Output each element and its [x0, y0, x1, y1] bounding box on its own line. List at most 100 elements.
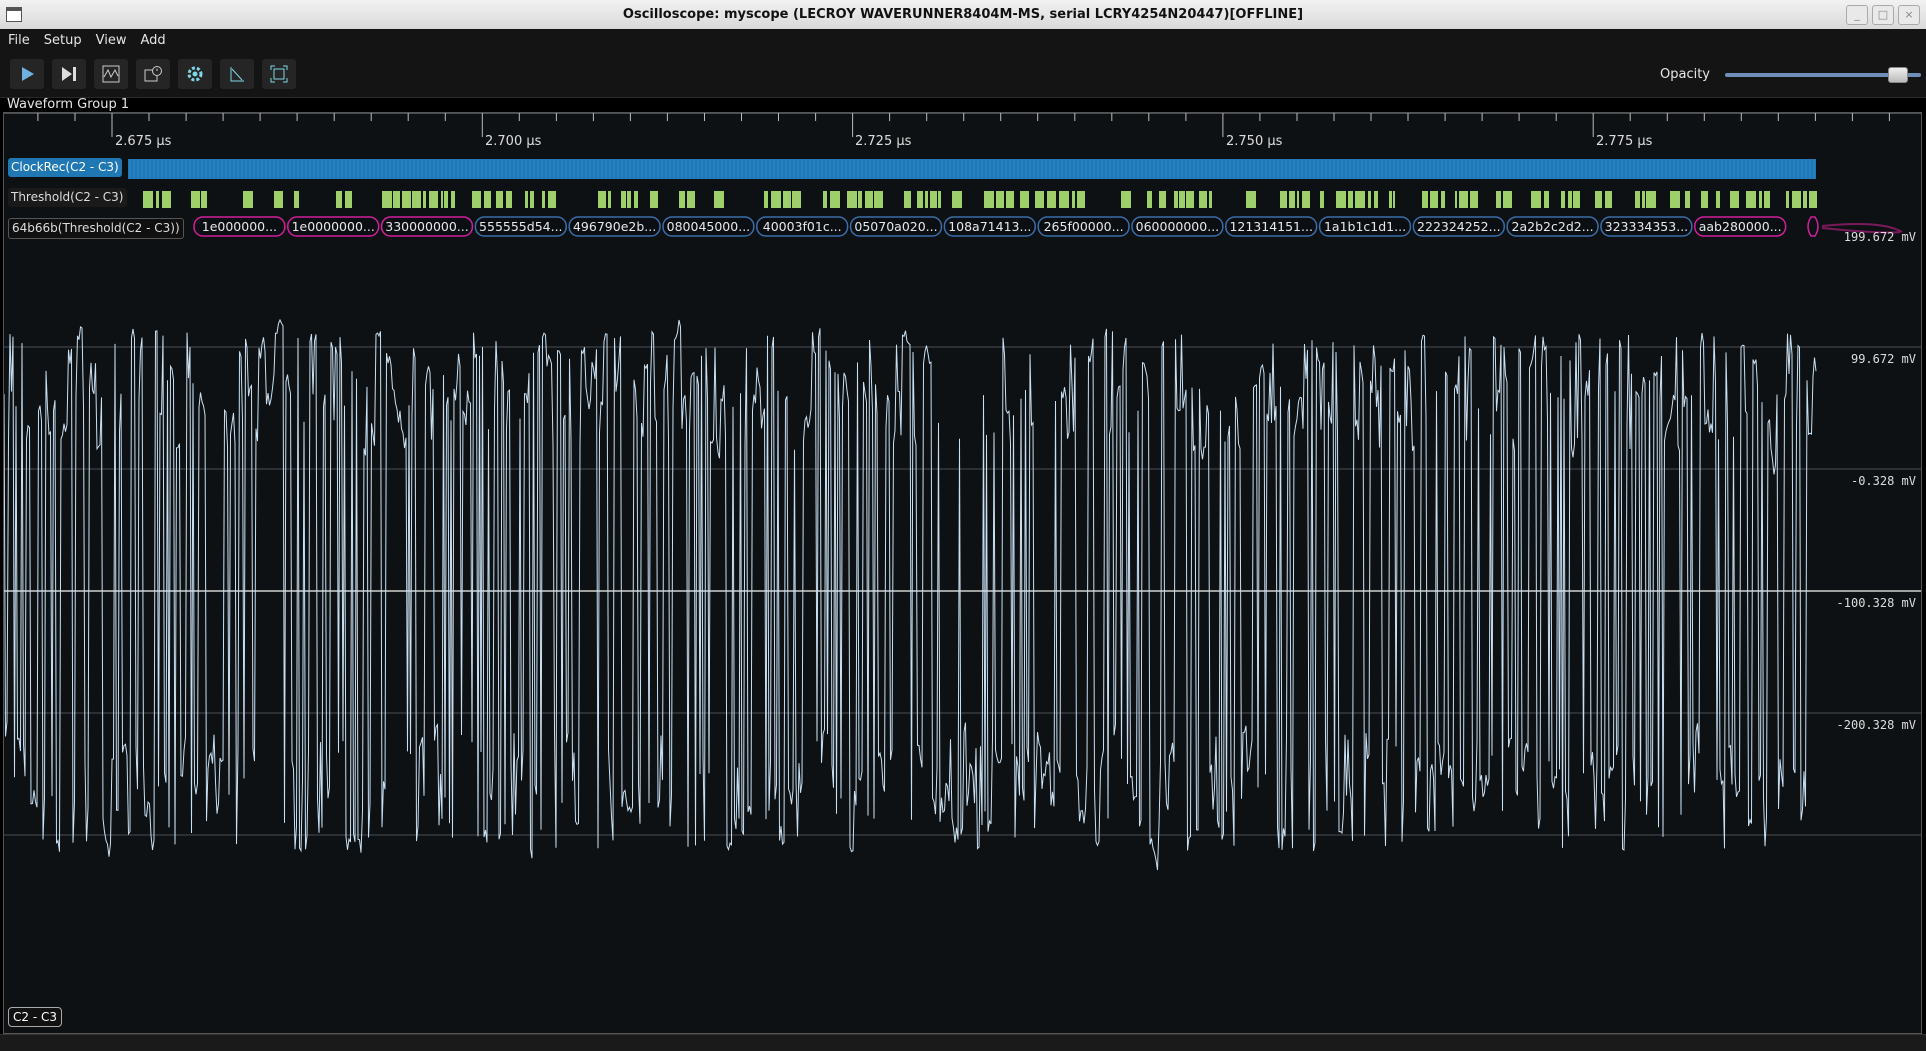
threshold-pulse — [904, 191, 911, 208]
menu-view[interactable]: View — [88, 33, 133, 48]
single-button[interactable] — [52, 59, 86, 89]
threshold-pulse — [1459, 191, 1468, 208]
threshold-pulse — [1642, 191, 1645, 208]
packet-value: 555555d54... — [479, 219, 562, 234]
decode-packet[interactable]: 05070a020... — [849, 216, 943, 237]
decode-packet[interactable]: 2a2b2c2d2... — [1506, 216, 1599, 237]
decode-packet[interactable]: 496790e2b... — [568, 216, 661, 237]
voltage-label: -0.328 mV — [1850, 474, 1916, 488]
horizontal-scrollbar[interactable] — [0, 1034, 1926, 1051]
time-tick-label: 2.750 µs — [1226, 134, 1283, 149]
history-button[interactable] — [136, 59, 170, 89]
decode-packet[interactable]: 1e0000000... — [287, 216, 380, 237]
decode-packet[interactable]: 060000000... — [1131, 216, 1224, 237]
threshold-pulse — [679, 191, 685, 208]
menu-setup[interactable]: Setup — [36, 33, 88, 48]
measure-button[interactable] — [220, 59, 254, 89]
menu-add[interactable]: Add — [132, 33, 171, 48]
waveform-canvas[interactable]: 2.675 µs 2.700 µs 2.725 µs 2.750 µs 2.775 µs… — [4, 113, 1921, 1033]
time-ruler[interactable]: 2.675 µs 2.700 µs 2.725 µs 2.750 µs 2.775 µs — [4, 113, 1921, 149]
threshold-pulse — [687, 191, 695, 208]
threshold-pulse — [1759, 191, 1762, 208]
threshold-pulse — [201, 191, 207, 208]
decode-packet[interactable]: 323334353... — [1600, 216, 1693, 237]
packet-value: 2a2b2c2d2... — [1512, 219, 1594, 234]
time-tick-label: 2.700 µs — [485, 134, 542, 149]
decode-packet[interactable]: 555555d54... — [474, 216, 567, 237]
threshold-pulse — [162, 191, 171, 208]
waveform-button[interactable] — [94, 59, 128, 89]
threshold-pulse — [1348, 191, 1353, 208]
opacity-slider[interactable] — [1725, 67, 1921, 83]
threshold-pulse — [1179, 191, 1185, 208]
threshold-pulse — [938, 191, 941, 208]
threshold-pulse — [1355, 191, 1365, 208]
threshold-pulse — [393, 191, 400, 208]
opacity-slider-handle[interactable] — [1888, 67, 1909, 83]
decode-packet[interactable]: 1a1b1c1d1... — [1318, 216, 1412, 237]
channel-label[interactable]: C2 - C3 — [8, 1007, 62, 1027]
decode-packet[interactable]: 40003f01c... — [756, 216, 849, 237]
fullscreen-icon — [270, 65, 288, 83]
menu-file[interactable]: File — [0, 33, 36, 48]
threshold-pulse — [792, 191, 801, 208]
threshold-pulse — [1786, 191, 1789, 208]
protocol-row-label[interactable]: 64b66b(Threshold(C2 - C3)) — [8, 218, 184, 239]
clock-recovery-row — [128, 159, 1816, 179]
threshold-pulse — [1764, 191, 1770, 208]
threshold-pulse — [1685, 191, 1690, 208]
threshold-pulse — [1544, 191, 1549, 208]
packet-value: 265f00000... — [1044, 219, 1124, 234]
threshold-pulse — [1320, 191, 1324, 208]
decode-packet[interactable]: 330000000... — [380, 216, 474, 237]
threshold-pulse — [1716, 191, 1720, 208]
threshold-pulse — [714, 191, 724, 208]
packet-value: 1e000000... — [202, 219, 277, 234]
threshold-pulse — [423, 191, 426, 208]
packet-value: 060000000... — [1136, 219, 1220, 234]
threshold-pulse — [402, 191, 411, 208]
packet-value: 40003f01c... — [763, 219, 842, 234]
threshold-pulse — [598, 191, 606, 208]
threshold-pulse — [1047, 191, 1056, 208]
decode-packet[interactable]: 121314151... — [1225, 216, 1318, 237]
voltage-label: 199.672 mV — [1843, 230, 1916, 244]
threshold-pulse — [548, 191, 556, 208]
threshold-pulse — [1455, 191, 1457, 208]
threshold-pulse — [847, 191, 857, 208]
close-button[interactable]: × — [1898, 5, 1920, 25]
gear-icon — [187, 66, 203, 82]
threshold-pulse — [1147, 191, 1152, 208]
threshold-pulse — [858, 191, 862, 208]
threshold-pulse — [1035, 191, 1044, 208]
voltage-label: -200.328 mV — [1836, 718, 1916, 732]
threshold-pulse — [1289, 191, 1295, 208]
threshold-pulse — [930, 191, 937, 208]
fullscreen-button[interactable] — [262, 59, 296, 89]
threshold-pulse — [1389, 191, 1392, 208]
maximize-button[interactable]: □ — [1872, 5, 1894, 25]
threshold-row-label[interactable]: Threshold(C2 - C3) — [8, 188, 127, 207]
threshold-pulse — [336, 191, 342, 208]
clock-row-label[interactable]: ClockRec(C2 - C3) — [8, 158, 122, 177]
decode-packet[interactable]: 108a71413... — [943, 216, 1036, 237]
settings-button[interactable] — [178, 59, 212, 89]
start-button[interactable] — [10, 59, 44, 89]
decode-packet[interactable]: 1e000000... — [193, 216, 286, 237]
threshold-pulse — [1072, 191, 1075, 208]
threshold-pulse — [1701, 191, 1708, 208]
threshold-pulse — [1159, 191, 1166, 208]
waveform-group-title: Waveform Group 1 — [7, 97, 130, 112]
decode-packet[interactable]: aab280000... — [1694, 216, 1787, 237]
threshold-pulse — [650, 191, 658, 208]
decode-packet[interactable]: 265f00000... — [1037, 216, 1130, 237]
minimize-button[interactable]: _ — [1846, 5, 1868, 25]
decode-packet[interactable]: 222324252... — [1412, 216, 1505, 237]
threshold-pulse — [506, 191, 512, 208]
threshold-pulse — [1059, 191, 1069, 208]
waveform-plot-area[interactable]: 2.675 µs 2.700 µs 2.725 µs 2.750 µs 2.775 µs… — [3, 112, 1922, 1034]
voltage-label: -100.328 mV — [1836, 596, 1916, 610]
decode-packet[interactable]: 080045000... — [662, 216, 755, 237]
threshold-pulse — [1496, 191, 1501, 208]
threshold-pulse — [1174, 191, 1178, 208]
